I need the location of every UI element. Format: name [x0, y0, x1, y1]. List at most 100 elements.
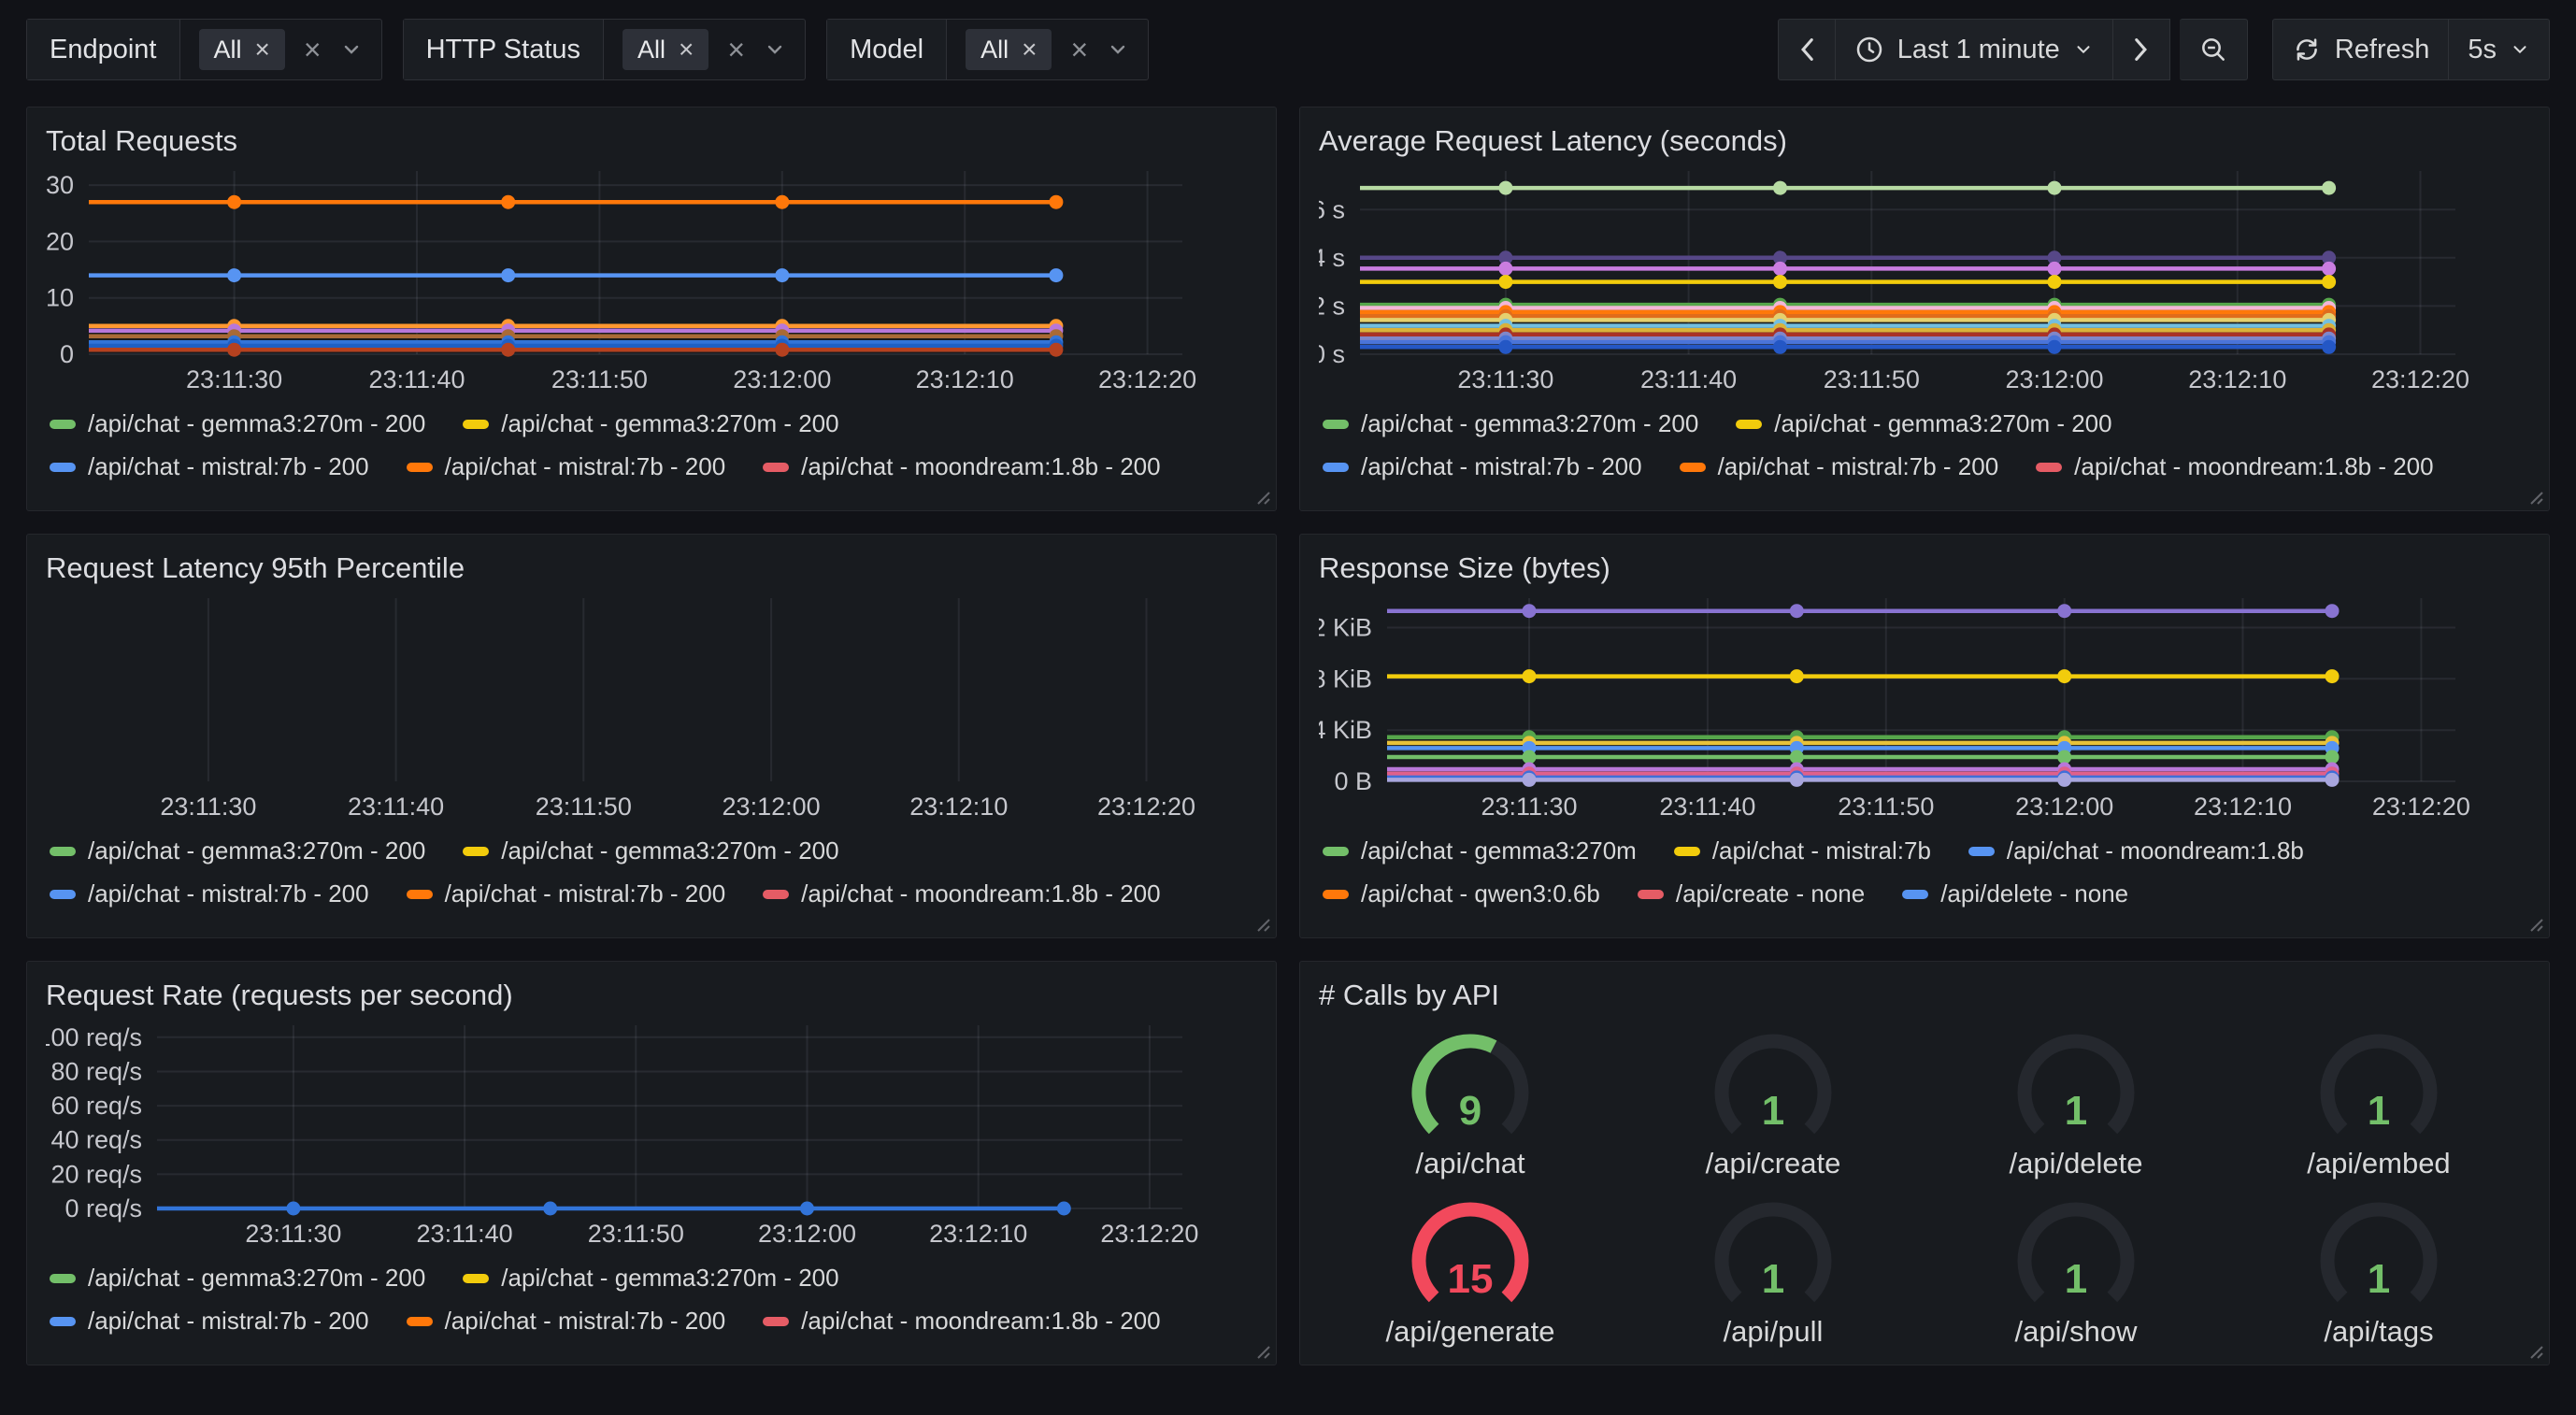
chart-svg: 23:11:3023:11:4023:11:5023:12:0023:12:10… — [1319, 589, 2530, 822]
refresh-button[interactable]: Refresh — [2272, 19, 2450, 80]
remove-tag-icon[interactable]: × — [679, 35, 694, 64]
legend-label: /api/chat - mistral:7b — [1712, 836, 1931, 865]
filter-endpoint-select[interactable]: All × × — [180, 20, 381, 79]
panel-resize-handle[interactable] — [1252, 914, 1271, 933]
legend-item[interactable]: /api/chat - mistral:7b - 200 — [1680, 452, 1999, 481]
legend-item[interactable]: /api/chat - mistral:7b — [1674, 836, 1931, 865]
legend-item[interactable]: /api/chat - mistral:7b - 200 — [50, 1307, 369, 1336]
svg-text:23:11:30: 23:11:30 — [245, 1220, 341, 1248]
remove-tag-icon[interactable]: × — [255, 35, 270, 64]
series-color-chip — [50, 847, 76, 856]
legend-item[interactable]: /api/chat - gemma3:270m - 200 — [50, 409, 425, 438]
series-color-chip — [763, 463, 789, 472]
filter-model-label: Model — [827, 20, 947, 79]
chevron-down-icon[interactable] — [1107, 38, 1129, 61]
legend-item[interactable]: /api/chat - mistral:7b - 200 — [407, 452, 726, 481]
series-color-chip — [1674, 847, 1700, 856]
legend-item[interactable]: /api/chat - mistral:7b - 200 — [407, 1307, 726, 1336]
legend-item[interactable]: /api/chat - moondream:1.8b - 200 — [2036, 452, 2433, 481]
clear-filter-icon[interactable]: × — [727, 35, 745, 64]
filter-model-select[interactable]: All × × — [947, 20, 1148, 79]
refresh-label: Refresh — [2335, 35, 2430, 65]
gauge-grid: 9/api/chat1/api/create1/api/delete1/api/… — [1319, 1022, 2530, 1349]
legend-label: /api/chat - mistral:7b - 200 — [88, 879, 369, 908]
clear-filter-icon[interactable]: × — [1070, 35, 1088, 64]
chart-legend: /api/chat - gemma3:270m - 200/api/chat -… — [1319, 409, 2530, 481]
svg-text:30: 30 — [46, 171, 74, 199]
chevron-down-icon[interactable] — [340, 38, 363, 61]
gauge-arc: 15 — [1377, 1190, 1564, 1319]
gauge-arc: 1 — [1982, 1022, 2169, 1151]
legend-item[interactable]: /api/chat - gemma3:270m - 200 — [463, 1264, 838, 1293]
legend-item[interactable]: /api/chat - gemma3:270m — [1323, 836, 1637, 865]
refresh-icon — [2292, 35, 2322, 64]
filter-endpoint-label: Endpoint — [27, 20, 180, 79]
legend-item[interactable]: /api/chat - gemma3:270m - 200 — [1323, 409, 1698, 438]
time-series-chart[interactable]: 23:11:3023:11:4023:11:5023:12:0023:12:10… — [1319, 589, 2530, 822]
series-color-chip — [50, 1274, 76, 1283]
zoom-out-time-button[interactable] — [2180, 19, 2248, 80]
remove-tag-icon[interactable]: × — [1022, 35, 1037, 64]
legend-label: /api/chat - mistral:7b - 200 — [88, 452, 369, 481]
legend-item[interactable]: /api/chat - moondream:1.8b - 200 — [763, 879, 1160, 908]
legend-label: /api/chat - gemma3:270m - 200 — [501, 409, 838, 438]
svg-text:0 s: 0 s — [1319, 340, 1345, 368]
legend-item[interactable]: /api/chat - moondream:1.8b — [1968, 836, 2304, 865]
legend-item[interactable]: /api/chat - mistral:7b - 200 — [407, 879, 726, 908]
svg-text:23:11:30: 23:11:30 — [160, 793, 256, 821]
clear-filter-icon[interactable]: × — [304, 35, 322, 64]
legend-item[interactable]: /api/chat - gemma3:270m - 200 — [463, 409, 838, 438]
legend-item[interactable]: /api/chat - gemma3:270m - 200 — [463, 836, 838, 865]
legend-label: /api/chat - gemma3:270m - 200 — [88, 1264, 425, 1293]
legend-item[interactable]: /api/create - none — [1638, 879, 1865, 908]
legend-item[interactable]: /api/chat - gemma3:270m - 200 — [1736, 409, 2111, 438]
legend-item[interactable]: /api/chat - mistral:7b - 200 — [50, 452, 369, 481]
time-range-picker-button[interactable]: Last 1 minute — [1836, 19, 2113, 80]
legend-item[interactable]: /api/chat - mistral:7b - 200 — [1323, 452, 1642, 481]
panel-resize-handle[interactable] — [1252, 1341, 1271, 1360]
legend-row: /api/chat - gemma3:270m/api/chat - mistr… — [1323, 836, 2530, 865]
refresh-interval-button[interactable]: 5s — [2449, 19, 2550, 80]
legend-item[interactable]: /api/chat - mistral:7b - 200 — [50, 879, 369, 908]
series-color-chip — [407, 890, 433, 899]
time-series-chart[interactable]: 23:11:3023:11:4023:11:5023:12:0023:12:10… — [1319, 162, 2530, 395]
gauge-api-tags: 1/api/tags — [2227, 1190, 2530, 1349]
filter-http-status-select[interactable]: All × × — [604, 20, 805, 79]
legend-item[interactable]: /api/chat - moondream:1.8b - 200 — [763, 452, 1160, 481]
panel-resize-handle[interactable] — [2526, 1341, 2544, 1360]
time-shift-forward-button[interactable] — [2113, 19, 2170, 80]
grafana-dashboard: { "icons": { "tag_close": "×", "clear": … — [0, 0, 2576, 1415]
panel-total-requests: Total Requests 23:11:3023:11:4023:11:502… — [26, 107, 1277, 511]
panel-resize-handle[interactable] — [1252, 487, 1271, 506]
legend-item[interactable]: /api/chat - moondream:1.8b - 200 — [763, 1307, 1160, 1336]
time-shift-back-button[interactable] — [1778, 19, 1836, 80]
time-series-chart[interactable]: 23:11:3023:11:4023:11:5023:12:0023:12:10… — [46, 589, 1257, 822]
legend-row: /api/chat - mistral:7b - 200/api/chat - … — [50, 879, 1257, 908]
svg-text:1: 1 — [1762, 1256, 1784, 1302]
filter-endpoint-tag[interactable]: All × — [199, 29, 285, 70]
chevron-down-icon[interactable] — [764, 38, 786, 61]
filter-http-status-label: HTTP Status — [404, 20, 604, 79]
chevron-down-icon — [2073, 39, 2094, 60]
time-series-chart[interactable]: 23:11:3023:11:4023:11:5023:12:0023:12:10… — [46, 162, 1257, 395]
legend-row: /api/chat - gemma3:270m - 200/api/chat -… — [50, 836, 1257, 865]
legend-item[interactable]: /api/delete - none — [1902, 879, 2128, 908]
panel-resize-handle[interactable] — [2526, 914, 2544, 933]
svg-text:0 req/s: 0 req/s — [64, 1194, 142, 1222]
variable-filters: Endpoint All × × HTTP Status All × × — [26, 19, 1149, 80]
series-color-chip — [1323, 890, 1349, 899]
series-color-chip — [50, 463, 76, 472]
gauge-label: /api/chat — [1415, 1147, 1524, 1180]
svg-text:15: 15 — [1448, 1256, 1494, 1302]
legend-item[interactable]: /api/chat - gemma3:270m - 200 — [50, 836, 425, 865]
filter-http-status-tag[interactable]: All × — [623, 29, 708, 70]
legend-item[interactable]: /api/chat - qwen3:0.6b — [1323, 879, 1600, 908]
panel-resize-handle[interactable] — [2526, 487, 2544, 506]
legend-item[interactable]: /api/chat - gemma3:270m - 200 — [50, 1264, 425, 1293]
panel-title: Request Rate (requests per second) — [46, 977, 1257, 1014]
time-series-chart[interactable]: 23:11:3023:11:4023:11:5023:12:0023:12:10… — [46, 1016, 1257, 1250]
filter-model-tag[interactable]: All × — [966, 29, 1052, 70]
svg-text:80 req/s: 80 req/s — [50, 1058, 142, 1086]
gauge-arc: 1 — [1680, 1190, 1867, 1319]
gauge-label: /api/pull — [1724, 1315, 1824, 1349]
